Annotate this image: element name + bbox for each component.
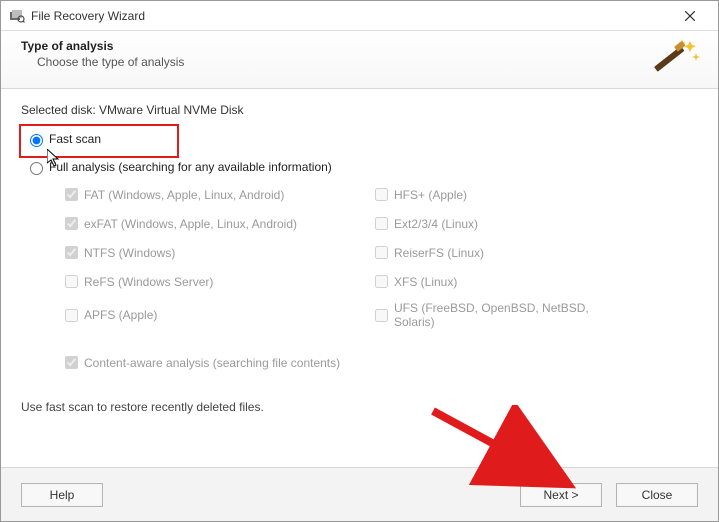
fs-checkbox-hfs[interactable]: HFS+ (Apple): [371, 185, 631, 204]
wizard-wand-icon: [652, 37, 700, 81]
window-title: File Recovery Wizard: [31, 9, 670, 23]
fs-label: Ext2/3/4 (Linux): [394, 217, 478, 231]
fs-checkbox-hfs-input[interactable]: [375, 188, 388, 201]
fs-checkbox-exfat-input[interactable]: [65, 217, 78, 230]
fs-label: XFS (Linux): [394, 275, 457, 289]
fast-scan-label: Fast scan: [49, 132, 101, 146]
fs-checkbox-xfs[interactable]: XFS (Linux): [371, 272, 631, 291]
fs-checkbox-xfs-input[interactable]: [375, 275, 388, 288]
content-aware-label: Content-aware analysis (searching file c…: [84, 356, 340, 370]
button-bar: Help Next > Close: [1, 467, 718, 521]
close-button[interactable]: Close: [616, 483, 698, 507]
wizard-content: Selected disk: VMware Virtual NVMe Disk …: [1, 89, 718, 420]
close-icon: [685, 11, 695, 21]
hint-text: Use fast scan to restore recently delete…: [21, 400, 698, 414]
wizard-header: Type of analysis Choose the type of anal…: [1, 31, 718, 89]
fs-label: FAT (Windows, Apple, Linux, Android): [84, 188, 284, 202]
selected-disk-label: Selected disk: VMware Virtual NVMe Disk: [21, 103, 698, 117]
fast-scan-radio-row[interactable]: Fast scan: [25, 131, 698, 147]
fs-checkbox-exfat[interactable]: exFAT (Windows, Apple, Linux, Android): [61, 214, 341, 233]
fs-label: ReFS (Windows Server): [84, 275, 213, 289]
fs-checkbox-ufs[interactable]: UFS (FreeBSD, OpenBSD, NetBSD, Solaris): [371, 301, 631, 329]
fs-label: NTFS (Windows): [84, 246, 175, 260]
page-subheading: Choose the type of analysis: [37, 55, 698, 69]
titlebar: File Recovery Wizard: [1, 1, 718, 31]
next-button[interactable]: Next >: [520, 483, 602, 507]
fs-label: exFAT (Windows, Apple, Linux, Android): [84, 217, 297, 231]
full-analysis-radio[interactable]: [30, 162, 43, 175]
fs-checkbox-ntfs[interactable]: NTFS (Windows): [61, 243, 341, 262]
content-aware-checkbox-row[interactable]: Content-aware analysis (searching file c…: [61, 353, 698, 372]
window-close-button[interactable]: [670, 2, 710, 30]
fs-checkbox-fat-input[interactable]: [65, 188, 78, 201]
app-icon: [9, 8, 25, 24]
fs-checkbox-ntfs-input[interactable]: [65, 246, 78, 259]
fs-checkbox-reiserfs[interactable]: ReiserFS (Linux): [371, 243, 631, 262]
fs-label: APFS (Apple): [84, 308, 157, 322]
fs-checkbox-apfs[interactable]: APFS (Apple): [61, 301, 341, 329]
content-aware-checkbox[interactable]: [65, 356, 78, 369]
help-button[interactable]: Help: [21, 483, 103, 507]
fs-checkbox-apfs-input[interactable]: [65, 309, 78, 322]
filesystem-grid: FAT (Windows, Apple, Linux, Android) HFS…: [61, 185, 698, 329]
fs-label: HFS+ (Apple): [394, 188, 467, 202]
fast-scan-radio[interactable]: [30, 134, 43, 147]
fs-checkbox-ext-input[interactable]: [375, 217, 388, 230]
fs-checkbox-reiserfs-input[interactable]: [375, 246, 388, 259]
fs-checkbox-fat[interactable]: FAT (Windows, Apple, Linux, Android): [61, 185, 341, 204]
full-analysis-radio-row[interactable]: Full analysis (searching for any availab…: [25, 159, 698, 175]
fs-label: UFS (FreeBSD, OpenBSD, NetBSD, Solaris): [394, 301, 631, 329]
page-heading: Type of analysis: [21, 39, 698, 53]
fs-checkbox-refs[interactable]: ReFS (Windows Server): [61, 272, 341, 291]
fs-checkbox-ufs-input[interactable]: [375, 309, 388, 322]
fs-checkbox-ext[interactable]: Ext2/3/4 (Linux): [371, 214, 631, 233]
fs-label: ReiserFS (Linux): [394, 246, 484, 260]
full-analysis-label: Full analysis (searching for any availab…: [49, 160, 332, 174]
fs-checkbox-refs-input[interactable]: [65, 275, 78, 288]
